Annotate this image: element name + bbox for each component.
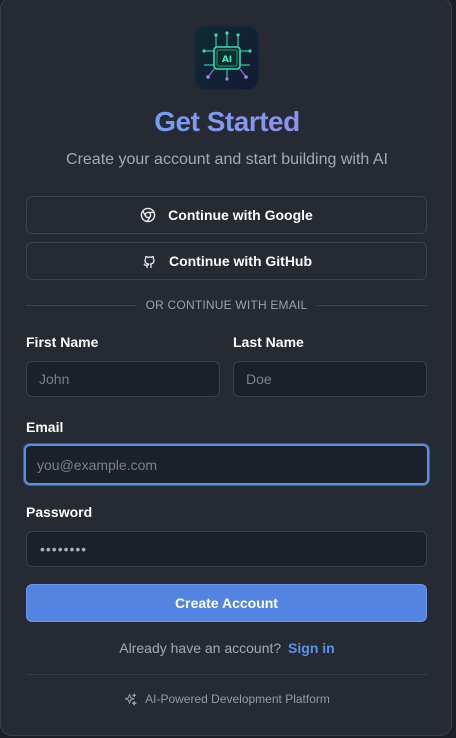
signup-card: AI Get Started Create your account and s… (0, 0, 452, 736)
email-label: Email (26, 419, 64, 435)
ai-chip-logo-icon: AI (194, 25, 260, 91)
continue-with-github-label: Continue with GitHub (168, 253, 313, 269)
password-masked-value: •••••••• (40, 541, 88, 557)
signin-row: Already have an account? Sign in (1, 639, 453, 657)
last-name-label: Last Name (233, 334, 304, 350)
page-title: Get Started (1, 103, 453, 141)
sparkles-icon (124, 692, 137, 706)
first-name-label: First Name (26, 334, 99, 350)
continue-with-github-button[interactable]: Continue with GitHub (26, 242, 427, 280)
chrome-icon (140, 207, 156, 223)
divider-line-left (26, 304, 136, 306)
email-divider: OR CONTINUE WITH EMAIL (26, 297, 427, 313)
password-label: Password (26, 504, 93, 520)
continue-with-google-label: Continue with Google (168, 207, 313, 223)
svg-text:AI: AI (222, 55, 232, 65)
github-icon (141, 253, 157, 269)
divider-text: OR CONTINUE WITH EMAIL (145, 298, 308, 312)
first-name-input[interactable] (26, 361, 220, 397)
footer-text: AI-Powered Development Platform (145, 692, 330, 706)
divider-line-right (317, 304, 427, 306)
sign-in-link[interactable]: Sign in (288, 640, 335, 656)
page-subtitle: Create your account and start building w… (66, 151, 388, 168)
last-name-input[interactable] (233, 361, 427, 397)
password-input[interactable]: •••••••• (26, 531, 427, 567)
create-account-button[interactable]: Create Account (26, 584, 427, 622)
continue-with-google-button[interactable]: Continue with Google (26, 196, 427, 234)
footer-divider (26, 674, 427, 675)
email-input[interactable] (24, 444, 429, 485)
signin-prompt: Already have an account? (119, 640, 282, 656)
footer: AI-Powered Development Platform (1, 692, 453, 706)
